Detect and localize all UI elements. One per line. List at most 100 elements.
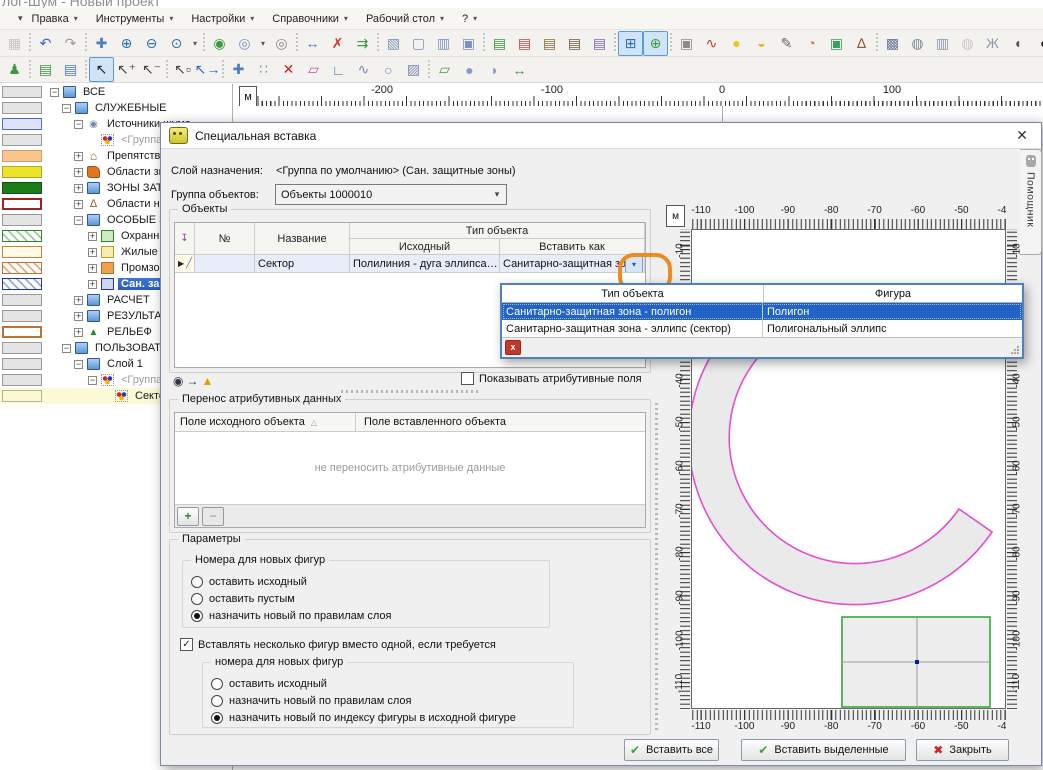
clipboard-icon[interactable]: ▦: [2, 31, 27, 56]
cell-insert-as[interactable]: Санитарно-защитная зон ▾: [500, 255, 645, 273]
label-add-icon[interactable]: ▤: [487, 31, 512, 56]
cell-number[interactable]: [195, 255, 255, 273]
radio-option[interactable]: назначить новый по индексу фигуры в исхо…: [203, 709, 573, 726]
show-attribute-fields-checkbox[interactable]: Показывать атрибутивные поля: [461, 372, 642, 385]
pan-icon[interactable]: ✚: [89, 31, 114, 56]
zoom-page-dropdown[interactable]: ▾: [189, 31, 201, 56]
fan-icon[interactable]: Ж: [980, 31, 1005, 56]
radio-option[interactable]: назначить новый по правилам слоя: [203, 692, 573, 709]
popup-close-button[interactable]: x: [505, 340, 521, 355]
popup-option-row[interactable]: Санитарно-защитная зона - полигон Полиго…: [502, 303, 1022, 320]
grid-gear-icon[interactable]: ▩: [880, 31, 905, 56]
paste-combine-icon[interactable]: ▣: [456, 31, 481, 56]
layers-icon[interactable]: ▤: [58, 57, 83, 82]
print-icon[interactable]: ▣: [674, 31, 699, 56]
select-move-icon[interactable]: ↖→: [195, 57, 220, 82]
helper-tab[interactable]: Помощник: [1020, 149, 1042, 255]
checkbox-box-checked[interactable]: ✓: [180, 638, 193, 651]
label-show-icon[interactable]: ▤: [537, 31, 562, 56]
layer-add-icon[interactable]: ▤: [33, 57, 58, 82]
tree-expander[interactable]: +: [74, 184, 83, 193]
accept-object-dropdown[interactable]: ▾: [257, 31, 269, 56]
select-add-icon[interactable]: ↖⁺: [114, 57, 139, 82]
select-subtract-icon[interactable]: ↖⁻: [139, 57, 164, 82]
tree-expander[interactable]: −: [50, 88, 59, 97]
label-remove-icon[interactable]: ▤: [512, 31, 537, 56]
show-rulers-icon[interactable]: ⊞: [618, 31, 643, 56]
measure-h-icon[interactable]: ↔: [507, 57, 532, 82]
radio-option[interactable]: оставить исходный: [183, 573, 549, 590]
popup-option-row[interactable]: Санитарно-защитная зона - эллипс (сектор…: [502, 320, 1022, 337]
radio-button[interactable]: [211, 678, 223, 690]
insert-selected-button[interactable]: ✔ Вставить выделенные: [741, 739, 906, 761]
tree-expander[interactable]: +: [88, 232, 97, 241]
tree-expander[interactable]: −: [74, 120, 83, 129]
dialog-close-icon[interactable]: ✕: [1013, 126, 1031, 144]
frame-icon[interactable]: ▣: [824, 31, 849, 56]
radio-option[interactable]: назначить новый по правилам слоя: [183, 607, 549, 624]
tree-item[interactable]: − ВСЕ: [0, 84, 232, 100]
zoom-page-icon[interactable]: ⊙: [164, 31, 189, 56]
circle-nodes-icon[interactable]: ○: [376, 57, 401, 82]
measure-export-icon[interactable]: ⇉: [350, 31, 375, 56]
calc-doc-icon[interactable]: ▥: [930, 31, 955, 56]
zoom-in-icon[interactable]: ⊕: [114, 31, 139, 56]
move-icon[interactable]: ✚: [226, 57, 251, 82]
tree-expander[interactable]: +: [88, 280, 97, 289]
noise-dark-icon[interactable]: ◖: [1030, 31, 1043, 56]
select-tool-icon[interactable]: ↖: [89, 57, 114, 82]
tree-expander[interactable]: +: [74, 168, 83, 177]
corner-icon[interactable]: ∟: [326, 57, 351, 82]
tree-expander[interactable]: +: [74, 152, 83, 161]
label-hide-icon[interactable]: ▤: [562, 31, 587, 56]
disc-icon[interactable]: ●: [457, 57, 482, 82]
sort-ascending-icon[interactable]: △: [311, 418, 317, 427]
hatch-rect-icon[interactable]: ▨: [401, 57, 426, 82]
radio-button[interactable]: [191, 610, 203, 622]
tree-expander[interactable]: +: [88, 248, 97, 257]
radio-option[interactable]: оставить пустым: [183, 590, 549, 607]
menu-item[interactable]: Правка ▾: [23, 11, 87, 27]
zoom-selection-icon[interactable]: ⊕: [643, 31, 668, 56]
transfer-col-target[interactable]: Поле вставленного объекта: [356, 413, 645, 431]
radio-button[interactable]: [211, 712, 223, 724]
user-icon[interactable]: ♟: [2, 57, 27, 82]
edit-doc-icon[interactable]: ✎: [774, 31, 799, 56]
radio-button[interactable]: [191, 593, 203, 605]
scales-icon[interactable]: ∆: [849, 31, 874, 56]
profile-chart-icon[interactable]: ∿: [699, 31, 724, 56]
delete-icon[interactable]: ✕: [276, 57, 301, 82]
tree-expander[interactable]: −: [62, 104, 71, 113]
accept-object-icon[interactable]: ◎: [232, 31, 257, 56]
menu-item[interactable]: Инструменты ▾: [87, 11, 183, 27]
polygon-edit-icon[interactable]: ▱: [301, 57, 326, 82]
label-move-icon[interactable]: ▤: [587, 31, 612, 56]
menu-item[interactable]: ? ▾: [453, 11, 486, 27]
select-page-icon[interactable]: ↖▫: [170, 57, 195, 82]
close-button[interactable]: ✖ Закрыть: [916, 739, 1009, 761]
pie-icon[interactable]: ◔: [799, 31, 824, 56]
polyline-icon[interactable]: ∿: [351, 57, 376, 82]
tree-expander[interactable]: −: [74, 216, 83, 225]
tree-expander[interactable]: +: [74, 200, 83, 209]
resize-grip-icon[interactable]: [1010, 345, 1020, 355]
transfer-col-source[interactable]: Поле исходного объекта △: [175, 413, 356, 431]
radio-button[interactable]: [211, 695, 223, 707]
polygon-icon[interactable]: ▱: [432, 57, 457, 82]
paste-shape-icon[interactable]: ▥: [431, 31, 456, 56]
copy-outline-icon[interactable]: ▢: [406, 31, 431, 56]
column-header-source[interactable]: Исходный: [350, 239, 500, 255]
measure-icon[interactable]: ↔: [300, 31, 325, 56]
add-mapping-button[interactable]: +: [177, 507, 199, 526]
tree-expander[interactable]: −: [74, 360, 83, 369]
tree-expander[interactable]: +: [74, 328, 83, 337]
tree-item[interactable]: − СЛУЖЕБНЫЕ: [0, 100, 232, 116]
column-header-insert-as[interactable]: Вставить как: [500, 239, 645, 255]
add-object-icon[interactable]: ◉: [207, 31, 232, 56]
object-group-select[interactable]: Объекты 1000010 ▾: [275, 184, 507, 205]
menu-item[interactable]: Рабочий стол ▾: [357, 11, 453, 27]
menu-item[interactable]: Справочники ▾: [263, 11, 357, 27]
vertical-splitter[interactable]: [655, 403, 658, 733]
globe-icon[interactable]: ◍: [955, 31, 980, 56]
edit-nodes-icon[interactable]: ∷: [251, 57, 276, 82]
